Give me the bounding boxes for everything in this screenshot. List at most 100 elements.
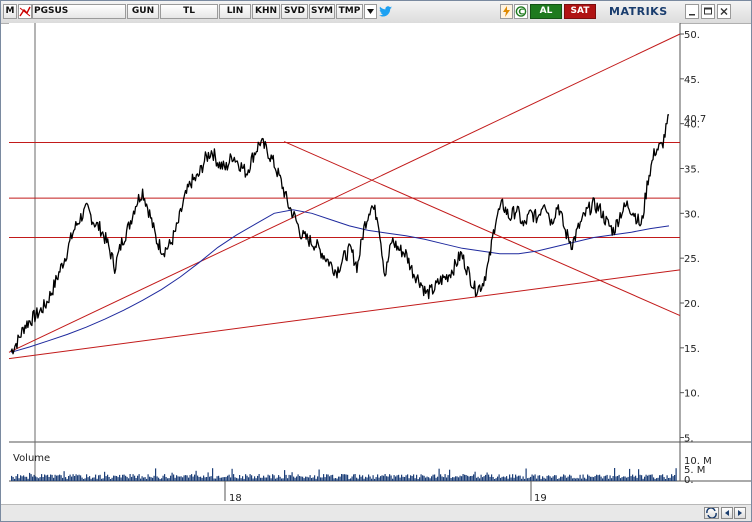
price-chart[interactable]: 5.10.15.20.25.30.35.40.45.50. 40.7 Volum… [1, 23, 751, 504]
y-tick-label-45: 45. [684, 75, 700, 86]
volume-bar [597, 475, 599, 481]
volume-bar [674, 475, 676, 481]
currency-button[interactable]: TL [160, 4, 218, 19]
volume-bar [627, 476, 629, 481]
bottom-bar [1, 504, 751, 521]
volume-bar [650, 474, 652, 481]
volume-bar [65, 477, 67, 481]
volume-bar [549, 476, 551, 481]
volume-bar [543, 477, 545, 481]
volume-bar [218, 475, 220, 481]
volume-bar [261, 477, 263, 481]
twitter-icon[interactable] [379, 5, 393, 18]
volume-bar [447, 475, 449, 481]
sym-button[interactable]: SYM [309, 4, 335, 19]
scroll-left-icon[interactable] [721, 507, 733, 519]
volume-bar [437, 476, 439, 481]
volume-bar [200, 476, 202, 481]
volume-bar [246, 475, 248, 481]
volume-bar [132, 474, 134, 481]
buy-button[interactable]: AL [530, 4, 562, 19]
volume-bar [188, 477, 190, 481]
volume-bar [312, 477, 314, 481]
volume-bar [45, 475, 47, 481]
volume-bar [407, 474, 409, 481]
volume-bar [89, 476, 91, 481]
volume-bar [347, 474, 349, 481]
period-button[interactable]: GUN [127, 4, 159, 19]
tmp-button[interactable]: TMP [336, 4, 363, 19]
volume-bar [47, 474, 49, 481]
volume-bar [482, 477, 484, 481]
volume-bar [599, 474, 601, 481]
volume-bar [441, 476, 443, 481]
volume-bar [266, 477, 268, 481]
c-icon[interactable]: C [514, 4, 528, 19]
scroll-right-icon[interactable] [734, 507, 746, 519]
volume-bar [527, 478, 529, 481]
volume-bar [551, 477, 553, 481]
volume-bar [273, 475, 275, 481]
flash-icon[interactable] [500, 4, 513, 19]
linear-scale-button[interactable]: LIN [219, 4, 251, 19]
maximize-icon[interactable] [701, 4, 715, 19]
volume-bar [96, 478, 98, 481]
close-icon[interactable] [717, 4, 731, 19]
volume-bar [231, 468, 233, 481]
sell-button[interactable]: SAT [564, 4, 596, 19]
volume-bar [138, 474, 140, 481]
volume-bar [227, 475, 229, 481]
volume-bar [108, 477, 110, 481]
menu-m-button[interactable]: M [3, 4, 17, 19]
volume-bar [656, 478, 658, 481]
svg-text:C: C [518, 7, 524, 16]
volume-bar [171, 472, 173, 481]
volume-bar [639, 474, 641, 481]
volume-bar [621, 477, 623, 481]
volume-bar [590, 476, 592, 481]
khn-button[interactable]: KHN [252, 4, 280, 19]
volume-bar [434, 474, 436, 481]
volume-bar [483, 476, 485, 481]
volume-bar [428, 477, 430, 481]
minimize-icon[interactable] [685, 4, 699, 19]
volume-bar [377, 474, 379, 481]
volume-bar [518, 475, 520, 481]
volume-bar [561, 476, 563, 481]
volume-bar [197, 475, 199, 481]
volume-bar [344, 474, 346, 481]
volume-bar [566, 477, 568, 481]
volume-bar [237, 478, 239, 481]
volume-bar [222, 477, 224, 481]
dropdown-icon[interactable] [364, 4, 377, 19]
volume-bar [623, 476, 625, 481]
volume-bar [122, 474, 124, 481]
volume-bar [417, 479, 419, 481]
refresh-icon[interactable] [704, 507, 719, 519]
volume-bar [239, 475, 241, 481]
volume-bar [612, 476, 614, 481]
volume-bar [471, 475, 473, 481]
svd-button[interactable]: SVD [281, 4, 308, 19]
volume-bar [567, 476, 569, 481]
volume-bar [569, 474, 571, 481]
volume-bar [450, 478, 452, 481]
volume-bar [465, 475, 467, 481]
symbol-field[interactable]: PGSUS [32, 4, 126, 19]
volume-bar [665, 479, 667, 481]
volume-bar [624, 476, 626, 481]
volume-bar [192, 476, 194, 481]
volume-bars [11, 468, 677, 481]
volume-bar [168, 478, 170, 481]
volume-bar [170, 475, 172, 481]
volume-bar [669, 477, 671, 481]
volume-bar [173, 474, 175, 481]
chart-icon[interactable] [18, 4, 32, 19]
volume-bar [386, 476, 388, 481]
volume-bar [119, 474, 121, 481]
volume-bar [24, 476, 26, 481]
chart-toolbar: M PGSUS GUN TL LIN KHN SVD SYM TMP C AL … [1, 1, 751, 24]
volume-bar [297, 474, 299, 481]
volume-bar [353, 474, 355, 481]
volume-bar [62, 477, 64, 481]
